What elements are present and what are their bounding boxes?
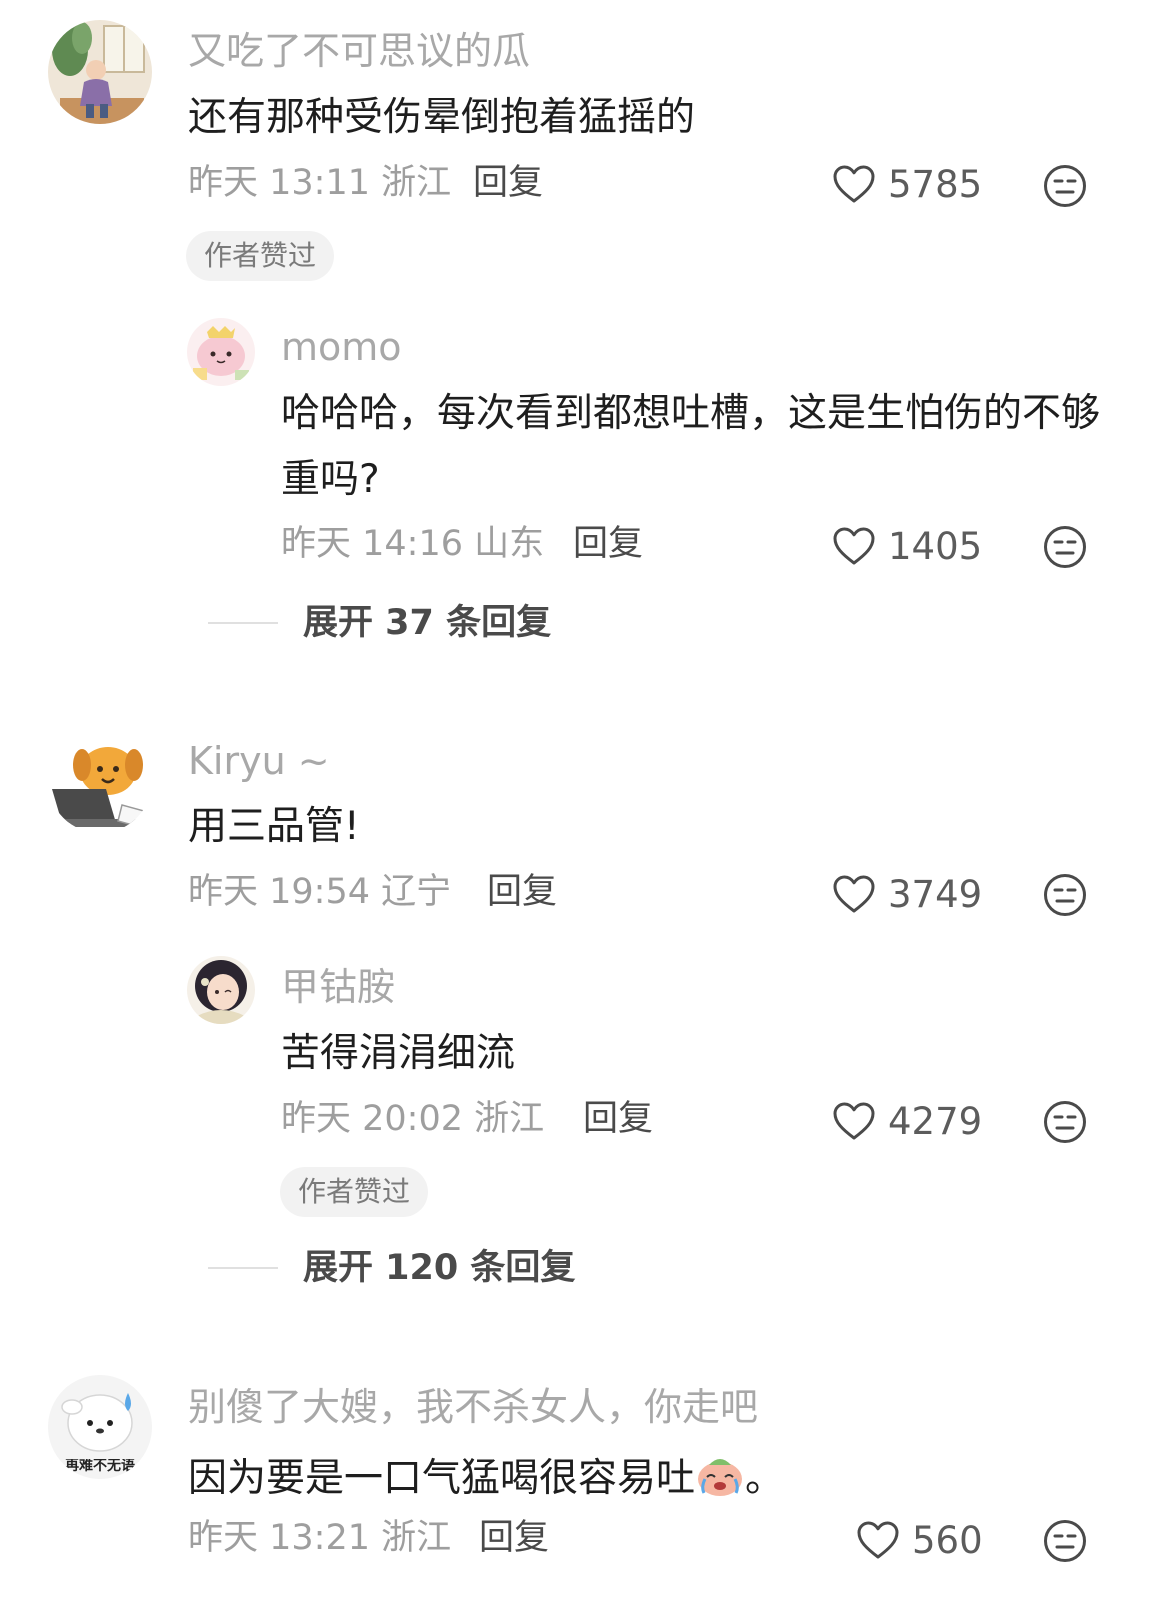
avatar[interactable] bbox=[187, 956, 255, 1024]
like-count: 1405 bbox=[888, 524, 983, 568]
comment-text-suffix: 。 bbox=[745, 1456, 785, 1501]
username[interactable]: momo bbox=[281, 328, 402, 366]
like-button[interactable]: 560 bbox=[856, 1520, 983, 1560]
heart-icon bbox=[833, 527, 875, 565]
like-button[interactable]: 3749 bbox=[832, 874, 982, 914]
neutral-face-icon bbox=[1044, 1520, 1086, 1562]
heart-icon bbox=[833, 165, 875, 203]
reply-button[interactable]: 回复 bbox=[487, 875, 557, 910]
divider bbox=[208, 622, 278, 624]
like-button[interactable]: 5785 bbox=[832, 164, 982, 204]
like-count: 3749 bbox=[888, 872, 983, 916]
comment-text-body: 因为要是一口气猛喝很容易吐 bbox=[188, 1456, 696, 1501]
like-button[interactable]: 4279 bbox=[832, 1101, 982, 1141]
like-count: 5785 bbox=[888, 162, 983, 206]
comment-meta: 昨天 13:11 浙江 bbox=[188, 163, 452, 203]
dislike-button[interactable] bbox=[1043, 873, 1087, 917]
comment-text: 哈哈哈，每次看到都想吐槽，这是生怕伤的不够重吗? bbox=[281, 391, 1101, 502]
avatar-caption: 再难不无语 bbox=[65, 1459, 135, 1473]
comment-text: 苦得涓涓细流 bbox=[281, 1031, 516, 1076]
reply-button[interactable]: 回复 bbox=[583, 1102, 653, 1137]
username[interactable]: 又吃了不可思议的瓜 bbox=[188, 32, 530, 70]
neutral-face-icon bbox=[1044, 1101, 1086, 1143]
comment-text: 因为要是一口气猛喝很容易吐 。 bbox=[188, 1453, 784, 1498]
crying-emoji-icon bbox=[695, 1453, 745, 1497]
like-count: 560 bbox=[912, 1518, 983, 1562]
comment-meta: 昨天 13:21 浙江 bbox=[188, 1518, 452, 1558]
dislike-button[interactable] bbox=[1043, 525, 1087, 569]
neutral-face-icon bbox=[1044, 526, 1086, 568]
reply-button[interactable]: 回复 bbox=[479, 1521, 549, 1556]
author-liked-badge: 作者赞过 bbox=[186, 231, 335, 281]
comment-text: 用三品管! bbox=[188, 804, 360, 849]
comment-meta: 昨天 20:02 浙江 bbox=[281, 1099, 545, 1139]
dislike-button[interactable] bbox=[1043, 164, 1087, 208]
avatar[interactable] bbox=[187, 318, 255, 386]
reply-button[interactable]: 回复 bbox=[573, 527, 643, 562]
like-count: 4279 bbox=[888, 1099, 983, 1143]
comment-meta: 昨天 14:16 山东 bbox=[281, 524, 545, 564]
comment-text: 还有那种受伤晕倒抱着猛摇的 bbox=[188, 95, 696, 140]
username[interactable]: 甲钴胺 bbox=[281, 968, 395, 1006]
username[interactable]: Kiryu ~ bbox=[188, 742, 330, 780]
heart-icon bbox=[833, 875, 875, 913]
like-button[interactable]: 1405 bbox=[832, 526, 982, 566]
reply-button[interactable]: 回复 bbox=[473, 166, 543, 201]
neutral-face-icon bbox=[1044, 874, 1086, 916]
avatar[interactable] bbox=[48, 729, 152, 833]
expand-replies-button[interactable]: 展开 120 条回复 bbox=[303, 1251, 575, 1286]
neutral-face-icon bbox=[1044, 165, 1086, 207]
heart-icon bbox=[833, 1102, 875, 1140]
username[interactable]: 别傻了大嫂，我不杀女人，你走吧 bbox=[188, 1388, 758, 1426]
avatar[interactable] bbox=[48, 20, 152, 124]
author-liked-badge: 作者赞过 bbox=[280, 1167, 429, 1217]
comment-meta: 昨天 19:54 辽宁 bbox=[188, 872, 452, 912]
dislike-button[interactable] bbox=[1043, 1100, 1087, 1144]
dislike-button[interactable] bbox=[1043, 1519, 1087, 1563]
expand-replies-button[interactable]: 展开 37 条回复 bbox=[303, 606, 551, 641]
heart-icon bbox=[857, 1521, 899, 1559]
avatar[interactable]: 再难不无语 bbox=[48, 1375, 152, 1479]
divider bbox=[208, 1267, 278, 1269]
